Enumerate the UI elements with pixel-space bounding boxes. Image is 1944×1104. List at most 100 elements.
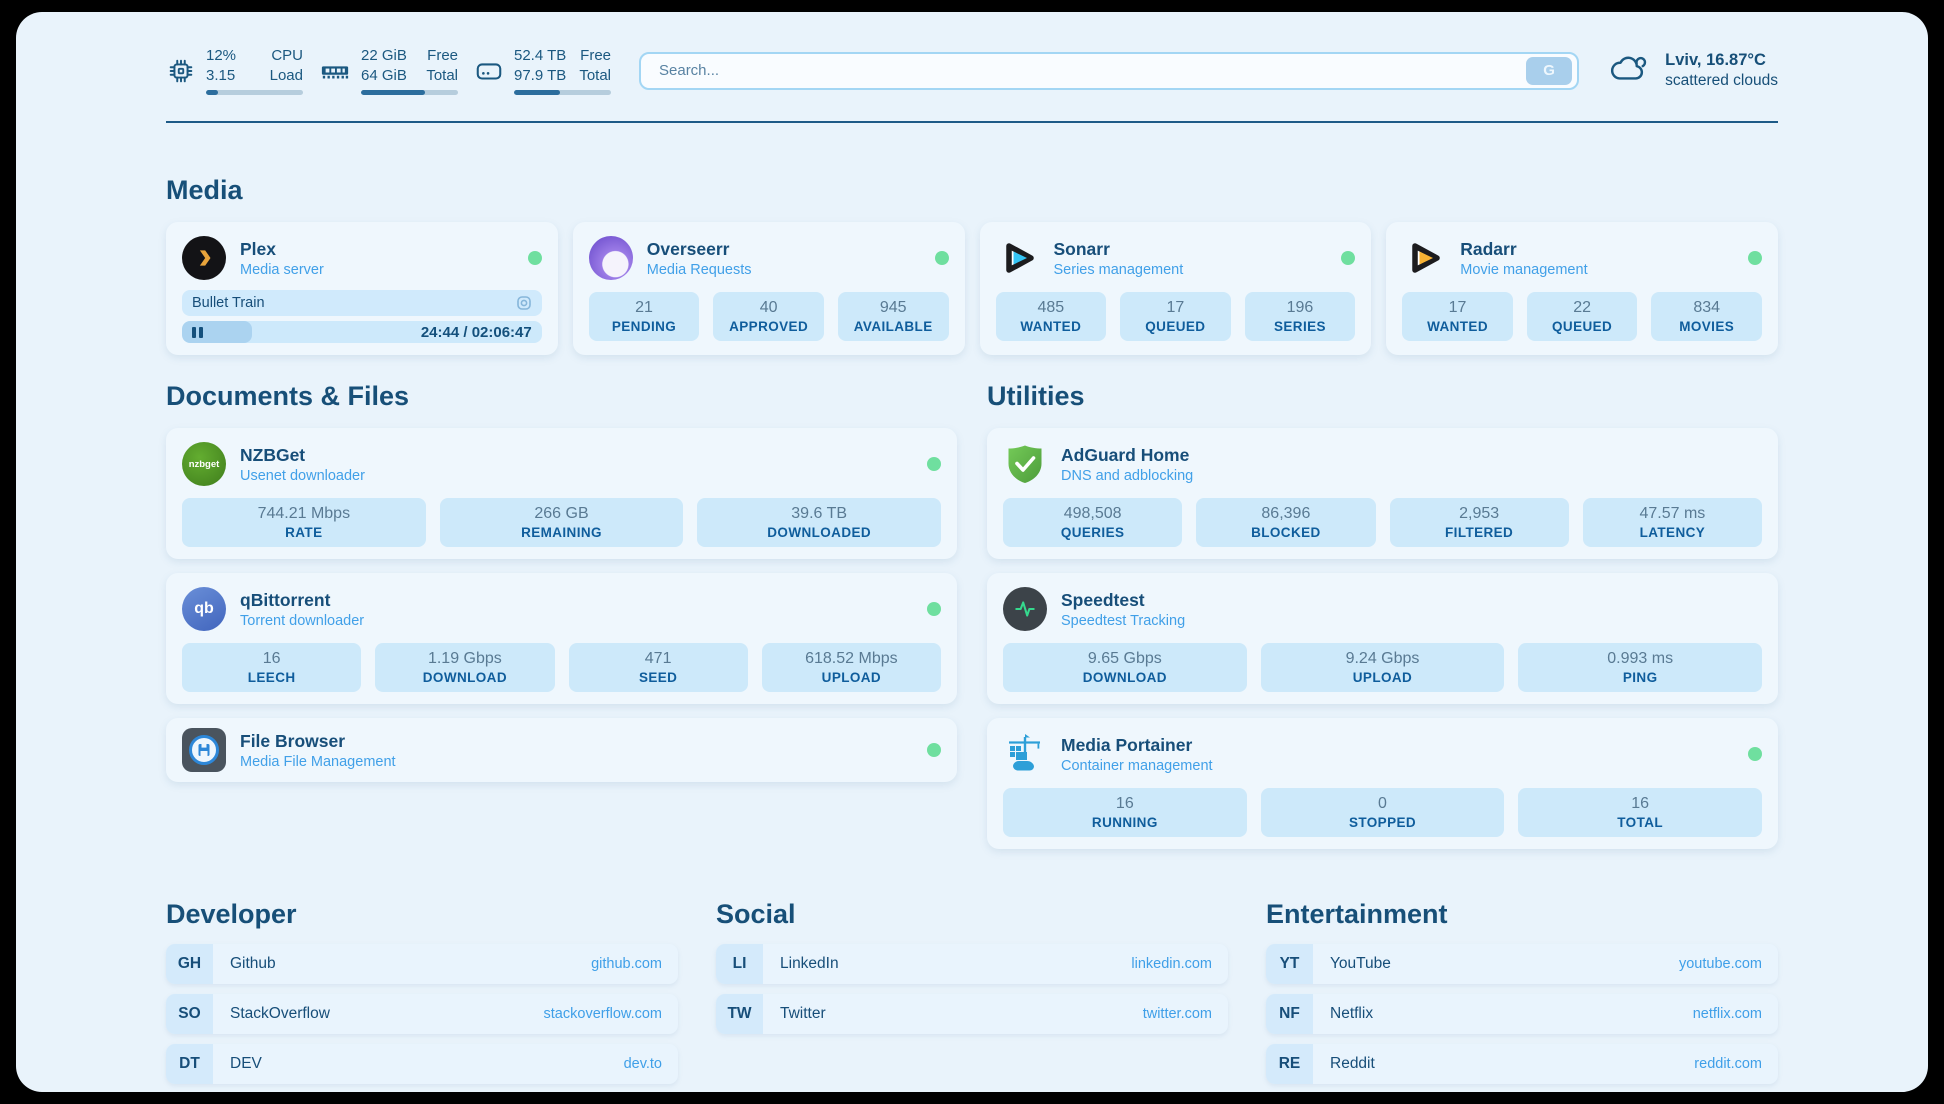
disk-total: 97.9 TB xyxy=(514,67,566,84)
search-bar: G xyxy=(639,52,1579,90)
stat-tile: 16 RUNNING xyxy=(1003,788,1247,837)
section-utilities: Utilities AdGuard H xyxy=(987,381,1778,849)
stat-tile: 485 WANTED xyxy=(996,292,1107,341)
adguard-icon xyxy=(1003,442,1047,486)
speedtest-icon xyxy=(1003,587,1047,631)
stat-tile: 22 QUEUED xyxy=(1527,292,1638,341)
stat-tile: 266 GB REMAINING xyxy=(440,498,684,547)
service-card-speedtest[interactable]: Speedtest Speedtest Tracking 9.65 Gbps D… xyxy=(987,573,1778,704)
service-subtitle: Media File Management xyxy=(240,754,396,770)
ram-total: 64 GiB xyxy=(361,67,407,84)
section-social: Social LI LinkedIn linkedin.com TW Twitt… xyxy=(716,899,1228,1084)
cpu-chip-icon xyxy=(166,56,196,86)
weather-widget: Lviv, 16.87°C scattered clouds xyxy=(1607,50,1778,91)
now-playing-progress-bar: 24:44 / 02:06:47 xyxy=(182,321,542,343)
service-subtitle: Usenet downloader xyxy=(240,468,365,484)
service-name: qBittorrent xyxy=(240,590,364,611)
status-online-dot xyxy=(1748,747,1762,761)
disk-progress-bar xyxy=(514,90,611,95)
stat-tile: 16 TOTAL xyxy=(1518,788,1762,837)
ram-progress-bar xyxy=(361,90,458,95)
bookmark-url: linkedin.com xyxy=(1131,956,1212,972)
stat-tile: 744.21 Mbps RATE xyxy=(182,498,426,547)
service-subtitle: Movie management xyxy=(1460,262,1587,278)
service-name: Overseerr xyxy=(647,239,752,260)
bookmark-twitter[interactable]: TW Twitter twitter.com xyxy=(716,994,1228,1034)
service-card-filebrowser[interactable]: File Browser Media File Management xyxy=(166,718,957,782)
ram-stat: 22 GiB 64 GiB Free Total xyxy=(319,46,458,95)
now-playing-options-icon[interactable] xyxy=(516,295,532,311)
status-online-dot xyxy=(927,743,941,757)
status-online-dot xyxy=(1748,251,1762,265)
stat-tile: 9.65 Gbps DOWNLOAD xyxy=(1003,643,1247,692)
status-online-dot xyxy=(528,251,542,265)
stat-tile: 498,508 QUERIES xyxy=(1003,498,1182,547)
status-online-dot xyxy=(927,457,941,471)
section-documents-files: Documents & Files nzbget NZBGet Usenet d… xyxy=(166,381,957,849)
bookmark-name: YouTube xyxy=(1330,955,1391,973)
bookmark-reddit[interactable]: RE Reddit reddit.com xyxy=(1266,1044,1778,1084)
service-card-qbittorrent[interactable]: qb qBittorrent Torrent downloader 16 LEE… xyxy=(166,573,957,704)
topbar: 12% 3.15 CPU Load xyxy=(166,46,1778,95)
service-card-plex[interactable]: Plex Media server Bullet Train xyxy=(166,222,558,355)
service-name: Media Portainer xyxy=(1061,735,1213,756)
stat-tile: 0 STOPPED xyxy=(1261,788,1505,837)
bookmark-abbr: SO xyxy=(166,994,213,1034)
bookmark-abbr: GH xyxy=(166,944,213,984)
service-name: File Browser xyxy=(240,731,396,752)
sonarr-icon xyxy=(996,236,1040,280)
bookmark-linkedin[interactable]: LI LinkedIn linkedin.com xyxy=(716,944,1228,984)
bookmark-dev[interactable]: DT DEV dev.to xyxy=(166,1044,678,1084)
stat-tile: 618.52 Mbps UPLOAD xyxy=(762,643,941,692)
bookmark-youtube[interactable]: YT YouTube youtube.com xyxy=(1266,944,1778,984)
section-entertainment: Entertainment YT YouTube youtube.com NF … xyxy=(1266,899,1778,1084)
service-card-nzbget[interactable]: nzbget NZBGet Usenet downloader 744.21 M… xyxy=(166,428,957,559)
filebrowser-icon xyxy=(182,728,226,772)
stat-tile: 39.6 TB DOWNLOADED xyxy=(697,498,941,547)
stat-tile: 17 WANTED xyxy=(1402,292,1513,341)
bookmark-url: dev.to xyxy=(624,1056,662,1072)
stat-tile: 21 PENDING xyxy=(589,292,700,341)
bookmark-abbr: LI xyxy=(716,944,763,984)
pause-icon[interactable] xyxy=(192,327,203,338)
bookmark-name: DEV xyxy=(230,1055,262,1073)
section-media: Media Plex Media server Bullet Train xyxy=(166,175,1778,355)
service-card-adguard[interactable]: AdGuard Home DNS and adblocking 498,508 … xyxy=(987,428,1778,559)
stat-tile: 471 SEED xyxy=(569,643,748,692)
portainer-icon xyxy=(1003,732,1047,776)
service-subtitle: Series management xyxy=(1054,262,1184,278)
plex-icon xyxy=(182,236,226,280)
bookmark-url: twitter.com xyxy=(1143,1006,1212,1022)
stat-tile: 9.24 Gbps UPLOAD xyxy=(1261,643,1505,692)
bookmark-name: Twitter xyxy=(780,1005,826,1023)
section-title-documents: Documents & Files xyxy=(166,381,957,412)
service-subtitle: DNS and adblocking xyxy=(1061,468,1193,484)
service-subtitle: Media Requests xyxy=(647,262,752,278)
service-subtitle: Container management xyxy=(1061,758,1213,774)
radarr-icon xyxy=(1402,236,1446,280)
bookmark-stackoverflow[interactable]: SO StackOverflow stackoverflow.com xyxy=(166,994,678,1034)
now-playing-title: Bullet Train xyxy=(192,295,265,311)
stat-tile: 47.57 ms LATENCY xyxy=(1583,498,1762,547)
stat-tile: 40 APPROVED xyxy=(713,292,824,341)
service-card-overseerr[interactable]: Overseerr Media Requests 21 PENDING 40 A… xyxy=(573,222,965,355)
stat-tile: 2,953 FILTERED xyxy=(1390,498,1569,547)
now-playing-title-row: Bullet Train xyxy=(182,290,542,316)
search-provider-button[interactable]: G xyxy=(1526,57,1572,85)
service-card-sonarr[interactable]: Sonarr Series management 485 WANTED 17 Q… xyxy=(980,222,1372,355)
disk-icon xyxy=(474,56,504,86)
service-card-radarr[interactable]: Radarr Movie management 17 WANTED 22 QUE… xyxy=(1386,222,1778,355)
bookmark-netflix[interactable]: NF Netflix netflix.com xyxy=(1266,994,1778,1034)
disk-free: 52.4 TB xyxy=(514,47,566,64)
stat-tile: 86,396 BLOCKED xyxy=(1196,498,1375,547)
stat-tile: 1.19 Gbps DOWNLOAD xyxy=(375,643,554,692)
search-input[interactable] xyxy=(657,61,1526,80)
section-title-developer: Developer xyxy=(166,899,678,930)
service-name: Sonarr xyxy=(1054,239,1184,260)
bookmark-github[interactable]: GH Github github.com xyxy=(166,944,678,984)
bookmark-abbr: TW xyxy=(716,994,763,1034)
bookmark-name: StackOverflow xyxy=(230,1005,330,1023)
service-card-portainer[interactable]: Media Portainer Container management 16 … xyxy=(987,718,1778,849)
now-playing-time: 24:44 / 02:06:47 xyxy=(421,324,532,341)
nzbget-icon: nzbget xyxy=(182,442,226,486)
